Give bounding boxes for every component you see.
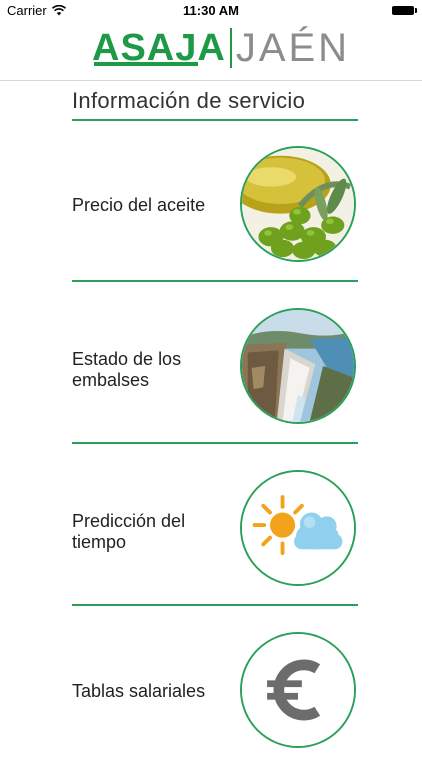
item-divider [72,280,358,282]
status-time: 11:30 AM [183,3,239,18]
menu-item-tablas-salariales[interactable]: Tablas salariales [0,608,422,770]
logo-primary-text: ASAJA [92,27,226,69]
title-divider [72,119,358,121]
battery-icon [392,6,417,15]
menu-item-label: Precio del aceite [72,195,206,215]
menu-item-estado-embalses[interactable]: Estado de los embalses [0,284,422,446]
euro-icon [240,632,356,748]
asaja-jaen-logo: ASAJA JAÉN [92,26,350,70]
menu-item-label: Tablas salariales [72,681,206,701]
logo-underline [94,62,198,66]
weather-sun-cloud-icon [240,470,356,586]
menu-item-label: Predicción del tiempo [72,511,186,552]
menu-item-precio-aceite[interactable]: Precio del aceite [0,122,422,284]
app-header: ASAJA JAÉN [0,22,422,81]
menu-item-label: Estado de los embalses [72,349,182,390]
reservoir-dam-image [240,308,356,424]
olive-oil-image [240,146,356,262]
item-divider [72,442,358,444]
section-title: Información de servicio [72,88,306,113]
item-divider [72,604,358,606]
logo-secondary-text: JAÉN [235,26,351,70]
menu-item-prediccion-tiempo[interactable]: Predicción del tiempo [0,446,422,608]
logo-divider [229,28,232,68]
status-bar: Carrier 11:30 AM [0,0,422,22]
